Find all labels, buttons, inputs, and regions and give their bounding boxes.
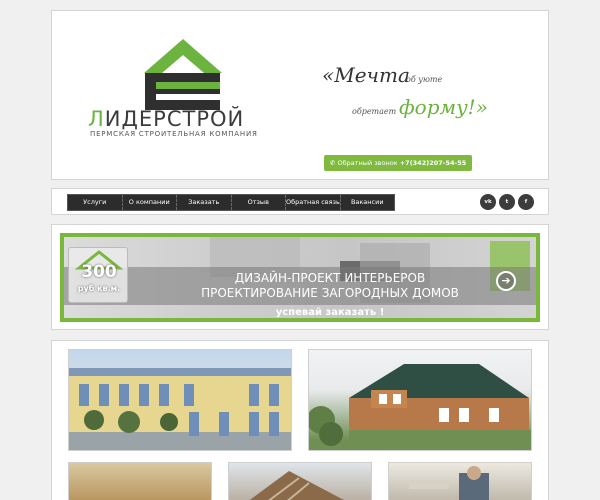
banner-panel: ДИЗАЙН-ПРОЕКТ ИНТЕРЬЕРОВ ПРОЕКТИРОВАНИЕ … bbox=[51, 224, 549, 330]
logo-subtitle: ПЕРМСКАЯ СТРОИТЕЛЬНАЯ КОМПАНИЯ bbox=[90, 130, 258, 138]
slogan: «Мечта об уюте обретает форму!» bbox=[322, 63, 542, 133]
callback-label: Обратный звонок bbox=[337, 159, 398, 167]
promo-banner[interactable]: ДИЗАЙН-ПРОЕКТ ИНТЕРЬЕРОВ ПРОЕКТИРОВАНИЕ … bbox=[60, 233, 540, 322]
navbar: Услуги О компании Заказать Отзыв Обратна… bbox=[51, 188, 549, 215]
logo-name-rest: ИДЕРСТРОЙ bbox=[104, 107, 245, 131]
menu-item-about[interactable]: О компании bbox=[123, 195, 177, 210]
yellow-house-illustration bbox=[69, 368, 291, 450]
banner-frame bbox=[60, 233, 540, 322]
slogan-part-1: «Мечта bbox=[322, 63, 410, 87]
phone-icon: ✆ bbox=[330, 159, 336, 167]
slogan-part-2: об уюте bbox=[406, 75, 443, 84]
menu-item-services[interactable]: Услуги bbox=[68, 195, 123, 210]
twitter-icon[interactable]: t bbox=[499, 194, 515, 210]
gallery-photo-yellow-house[interactable] bbox=[68, 349, 292, 451]
menu-item-vacancies[interactable]: Вакансии bbox=[341, 195, 395, 210]
callback-phone: +7(342)207-54-55 bbox=[399, 159, 467, 167]
gallery-photo-worker[interactable] bbox=[388, 462, 532, 500]
gallery-photo-interior[interactable] bbox=[68, 462, 212, 500]
header: ЛИДЕРСТРОЙ ПЕРМСКАЯ СТРОИТЕЛЬНАЯ КОМПАНИ… bbox=[51, 10, 549, 180]
vk-icon[interactable]: vk bbox=[480, 194, 496, 210]
main-menu: Услуги О компании Заказать Отзыв Обратна… bbox=[67, 194, 395, 211]
facebook-icon[interactable]: f bbox=[518, 194, 534, 210]
slogan-part-3: обретает bbox=[352, 107, 397, 116]
menu-item-feedback[interactable]: Обратная связь bbox=[286, 195, 341, 210]
log-house-illustration bbox=[309, 364, 531, 446]
gallery-photo-roof[interactable] bbox=[228, 462, 372, 500]
gallery-panel bbox=[51, 340, 549, 500]
callback-button[interactable]: ✆ Обратный звонок +7(342)207-54-55 bbox=[324, 155, 473, 171]
menu-item-review[interactable]: Отзыв bbox=[232, 195, 286, 210]
roof-illustration bbox=[249, 471, 344, 500]
menu-item-order[interactable]: Заказать bbox=[177, 195, 232, 210]
logo-first-letter: Л bbox=[88, 107, 105, 131]
slogan-part-4: форму!» bbox=[399, 95, 488, 119]
worker-illustration bbox=[409, 466, 489, 500]
gallery-photo-log-house[interactable] bbox=[308, 349, 532, 451]
logo-name: ЛИДЕРСТРОЙ bbox=[88, 107, 244, 131]
